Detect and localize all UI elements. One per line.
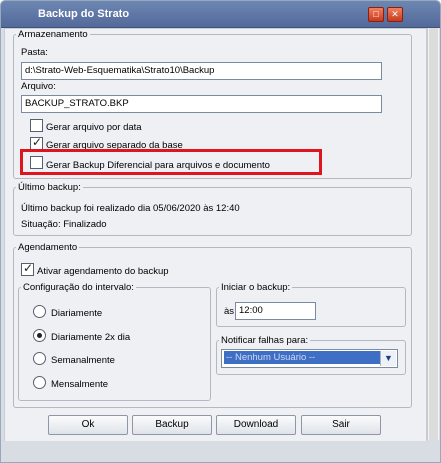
pasta-label: Pasta: (21, 47, 48, 58)
maximize-icon[interactable]: □ (368, 7, 384, 22)
download-button[interactable]: Download (216, 415, 296, 435)
vertical-scrollbar[interactable] (427, 28, 439, 440)
radio-selected-dot (37, 333, 42, 338)
chevron-down-icon[interactable]: ▼ (380, 351, 396, 366)
mensalmente-label: Mensalmente (51, 379, 109, 390)
diariamente-2x-label: Diariamente 2x dia (51, 332, 131, 343)
backup-button[interactable]: Backup (132, 415, 212, 435)
checkmark-icon: ✓ (23, 261, 34, 275)
diariamente-radio[interactable] (33, 305, 46, 318)
diariamente-label: Diariamente (51, 308, 103, 319)
notificar-select[interactable]: -- Nenhum Usuário -- ▼ (221, 349, 398, 368)
semanalmente-label: Semanalmente (51, 355, 115, 366)
intervalo-legend: Configuração do intervalo: (23, 282, 134, 293)
iniciar-prefix: às (224, 306, 235, 317)
gerar-por-data-label: Gerar arquivo por data (46, 122, 142, 133)
diariamente-2x-radio[interactable] (33, 329, 46, 342)
semanalmente-radio[interactable] (33, 352, 46, 365)
checkmark-icon: ✓ (32, 135, 43, 149)
close-icon[interactable]: ✕ (387, 7, 403, 22)
scrollbar-thumb[interactable] (429, 28, 438, 440)
ok-button[interactable]: Ok (48, 415, 128, 435)
ativar-agendamento-label: Ativar agendamento do backup (37, 266, 169, 277)
situacao-text: Situação: Finalizado (21, 219, 107, 230)
arquivo-label: Arquivo: (21, 81, 56, 92)
agendamento-legend: Agendamento (18, 242, 78, 253)
gerar-por-data-checkbox[interactable] (30, 119, 43, 132)
dialog-content: Armazenamento Pasta: d:\Strato-Web-Esque… (4, 28, 427, 442)
ultimo-backup-legend: Último backup: (18, 182, 81, 193)
window-bottom-strip (1, 441, 440, 462)
highlight-box (20, 149, 322, 175)
iniciar-legend: Iniciar o backup: (221, 282, 291, 293)
ativar-agendamento-checkbox[interactable]: ✓ (21, 261, 34, 276)
window-title: Backup do Strato (38, 8, 130, 20)
sair-button[interactable]: Sair (301, 415, 381, 435)
title-bar[interactable]: Backup do Strato □ ✕ (1, 1, 440, 28)
notificar-legend: Notificar falhas para: (221, 335, 309, 346)
mensalmente-radio[interactable] (33, 376, 46, 389)
pasta-input[interactable]: d:\Strato-Web-Esquematika\Strato10\Backu… (21, 62, 382, 80)
arquivo-input[interactable]: BACKUP_STRATO.BKP (21, 95, 382, 113)
ultimo-backup-info: Último backup foi realizado dia 05/06/20… (21, 203, 240, 214)
backup-window: Backup do Strato □ ✕ Armazenamento Pasta… (0, 0, 441, 463)
notificar-selected-value: -- Nenhum Usuário -- (224, 351, 386, 364)
horario-input[interactable]: 12:00 (235, 302, 316, 320)
armazenamento-legend: Armazenamento (18, 29, 88, 40)
